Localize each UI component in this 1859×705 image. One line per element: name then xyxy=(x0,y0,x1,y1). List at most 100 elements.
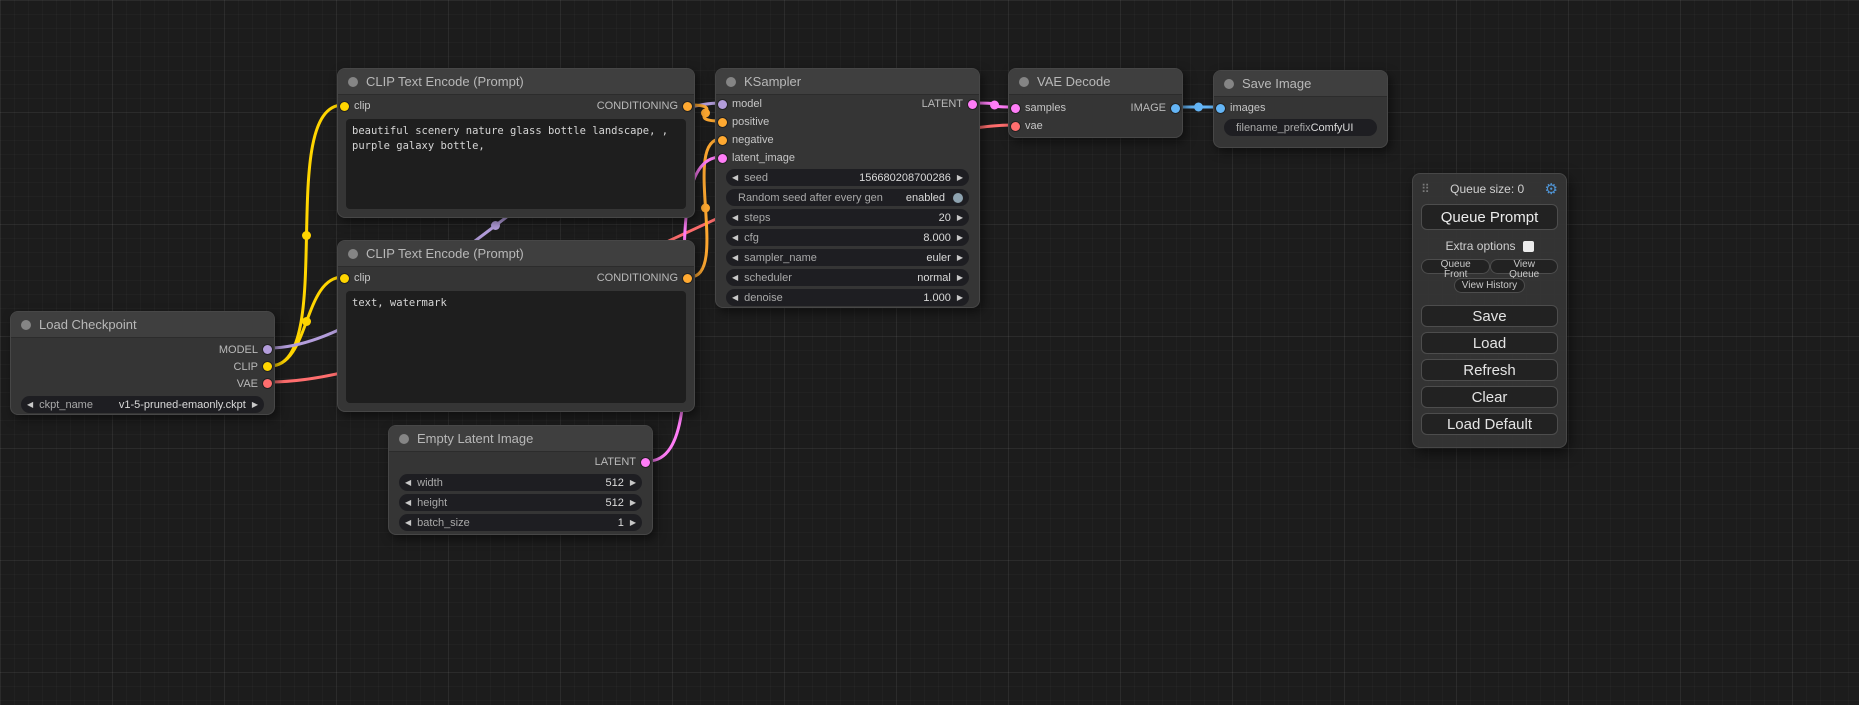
latent-image-input-dot[interactable] xyxy=(718,154,727,163)
scheduler-next-icon[interactable] xyxy=(957,274,963,282)
extra-options-checkbox[interactable] xyxy=(1523,241,1534,252)
vae-input-dot[interactable] xyxy=(1011,122,1020,131)
widget-height[interactable]: height 512 xyxy=(399,494,642,511)
latent-output-dot[interactable] xyxy=(968,100,977,109)
output-slot-conditioning: CONDITIONING xyxy=(597,272,692,284)
load-button[interactable]: Load xyxy=(1421,332,1558,354)
node-title-bar[interactable]: CLIP Text Encode (Prompt) xyxy=(338,69,694,95)
model-output-dot[interactable] xyxy=(263,345,272,354)
sampler-prev-icon[interactable] xyxy=(732,254,738,262)
output-slot-image: IMAGE xyxy=(1131,102,1180,114)
node-title: CLIP Text Encode (Prompt) xyxy=(366,246,524,261)
steps-increment-icon[interactable] xyxy=(957,214,963,222)
collapse-dot-icon[interactable] xyxy=(21,320,31,330)
node-title: Save Image xyxy=(1242,76,1311,91)
collapse-dot-icon[interactable] xyxy=(726,77,736,87)
widget-ckpt-name[interactable]: ckpt_name v1-5-pruned-emaonly.ckpt xyxy=(21,396,264,413)
widget-seed[interactable]: seed 156680208700286 xyxy=(726,169,969,186)
node-title-bar[interactable]: KSampler xyxy=(716,69,979,95)
toggle-dot-icon[interactable] xyxy=(953,193,963,203)
seed-increment-icon[interactable] xyxy=(957,174,963,182)
widget-scheduler[interactable]: scheduler normal xyxy=(726,269,969,286)
batch-decrement-icon[interactable] xyxy=(405,519,411,527)
steps-decrement-icon[interactable] xyxy=(732,214,738,222)
vae-output-dot[interactable] xyxy=(263,379,272,388)
collapse-dot-icon[interactable] xyxy=(1019,77,1029,87)
node-vae-decode[interactable]: VAE Decode samples IMAGE vae xyxy=(1008,68,1183,138)
comfy-menu-panel: Queue size: 0 Queue Prompt Extra options… xyxy=(1412,173,1567,448)
node-title-bar[interactable]: Empty Latent Image xyxy=(389,426,652,452)
negative-input-dot[interactable] xyxy=(718,136,727,145)
seed-decrement-icon[interactable] xyxy=(732,174,738,182)
denoise-increment-icon[interactable] xyxy=(957,294,963,302)
latent-output-dot[interactable] xyxy=(641,458,650,467)
clear-button[interactable]: Clear xyxy=(1421,386,1558,408)
input-slot-model: model xyxy=(718,98,762,110)
width-decrement-icon[interactable] xyxy=(405,479,411,487)
clip-input-dot[interactable] xyxy=(340,274,349,283)
node-save-image[interactable]: Save Image images filename_prefix ComfyU… xyxy=(1213,70,1388,148)
conditioning-output-dot[interactable] xyxy=(683,274,692,283)
queue-prompt-button[interactable]: Queue Prompt xyxy=(1421,204,1558,230)
widget-width[interactable]: width 512 xyxy=(399,474,642,491)
queue-front-button[interactable]: Queue Front xyxy=(1421,259,1490,274)
node-title: VAE Decode xyxy=(1037,74,1110,89)
node-title-bar[interactable]: Save Image xyxy=(1214,71,1387,97)
positive-input-dot[interactable] xyxy=(718,118,727,127)
collapse-dot-icon[interactable] xyxy=(348,77,358,87)
conditioning-output-dot[interactable] xyxy=(683,102,692,111)
ckpt-increment-icon[interactable] xyxy=(252,401,258,409)
node-ksampler[interactable]: KSampler model LATENT positive negative … xyxy=(715,68,980,308)
menu-drag-handle-icon[interactable] xyxy=(1421,180,1430,198)
batch-increment-icon[interactable] xyxy=(630,519,636,527)
load-default-button[interactable]: Load Default xyxy=(1421,413,1558,435)
positive-prompt-textarea[interactable]: beautiful scenery nature glass bottle la… xyxy=(346,119,686,209)
model-input-dot[interactable] xyxy=(718,100,727,109)
node-clip-text-encode-negative[interactable]: CLIP Text Encode (Prompt) clip CONDITION… xyxy=(337,240,695,412)
scheduler-prev-icon[interactable] xyxy=(732,274,738,282)
view-queue-button[interactable]: View Queue xyxy=(1490,259,1558,274)
node-empty-latent-image[interactable]: Empty Latent Image LATENT width 512 heig… xyxy=(388,425,653,535)
node-title: Empty Latent Image xyxy=(417,431,533,446)
widget-random-seed-toggle[interactable]: Random seed after every gen enabled xyxy=(726,189,969,206)
widget-steps[interactable]: steps 20 xyxy=(726,209,969,226)
input-slot-latent-image: latent_image xyxy=(718,152,795,164)
input-slot-samples: samples xyxy=(1011,102,1066,114)
input-slot-clip: clip xyxy=(340,100,371,112)
node-clip-text-encode-positive[interactable]: CLIP Text Encode (Prompt) clip CONDITION… xyxy=(337,68,695,218)
image-output-dot[interactable] xyxy=(1171,104,1180,113)
samples-input-dot[interactable] xyxy=(1011,104,1020,113)
output-slot-model: MODEL xyxy=(219,344,272,356)
cfg-increment-icon[interactable] xyxy=(957,234,963,242)
widget-batch-size[interactable]: batch_size 1 xyxy=(399,514,642,531)
collapse-dot-icon[interactable] xyxy=(399,434,409,444)
sampler-next-icon[interactable] xyxy=(957,254,963,262)
clip-output-dot[interactable] xyxy=(263,362,272,371)
negative-prompt-textarea[interactable]: text, watermark xyxy=(346,291,686,403)
widget-filename-prefix[interactable]: filename_prefix ComfyUI xyxy=(1224,119,1377,136)
collapse-dot-icon[interactable] xyxy=(348,249,358,259)
height-decrement-icon[interactable] xyxy=(405,499,411,507)
widget-denoise[interactable]: denoise 1.000 xyxy=(726,289,969,306)
refresh-button[interactable]: Refresh xyxy=(1421,359,1558,381)
cfg-decrement-icon[interactable] xyxy=(732,234,738,242)
input-slot-clip: clip xyxy=(340,272,371,284)
widget-cfg[interactable]: cfg 8.000 xyxy=(726,229,969,246)
collapse-dot-icon[interactable] xyxy=(1224,79,1234,89)
images-input-dot[interactable] xyxy=(1216,104,1225,113)
denoise-decrement-icon[interactable] xyxy=(732,294,738,302)
settings-gear-icon[interactable] xyxy=(1545,180,1558,199)
node-title-bar[interactable]: CLIP Text Encode (Prompt) xyxy=(338,241,694,267)
node-title-bar[interactable]: VAE Decode xyxy=(1009,69,1182,95)
output-slot-latent: LATENT xyxy=(922,98,977,110)
width-increment-icon[interactable] xyxy=(630,479,636,487)
ckpt-decrement-icon[interactable] xyxy=(27,401,33,409)
output-slot-latent: LATENT xyxy=(595,456,650,468)
save-button[interactable]: Save xyxy=(1421,305,1558,327)
node-load-checkpoint[interactable]: Load Checkpoint MODEL CLIP VAE ckpt_name xyxy=(10,311,275,415)
widget-sampler-name[interactable]: sampler_name euler xyxy=(726,249,969,266)
node-title-bar[interactable]: Load Checkpoint xyxy=(11,312,274,338)
height-increment-icon[interactable] xyxy=(630,499,636,507)
view-history-button[interactable]: View History xyxy=(1454,278,1525,293)
clip-input-dot[interactable] xyxy=(340,102,349,111)
